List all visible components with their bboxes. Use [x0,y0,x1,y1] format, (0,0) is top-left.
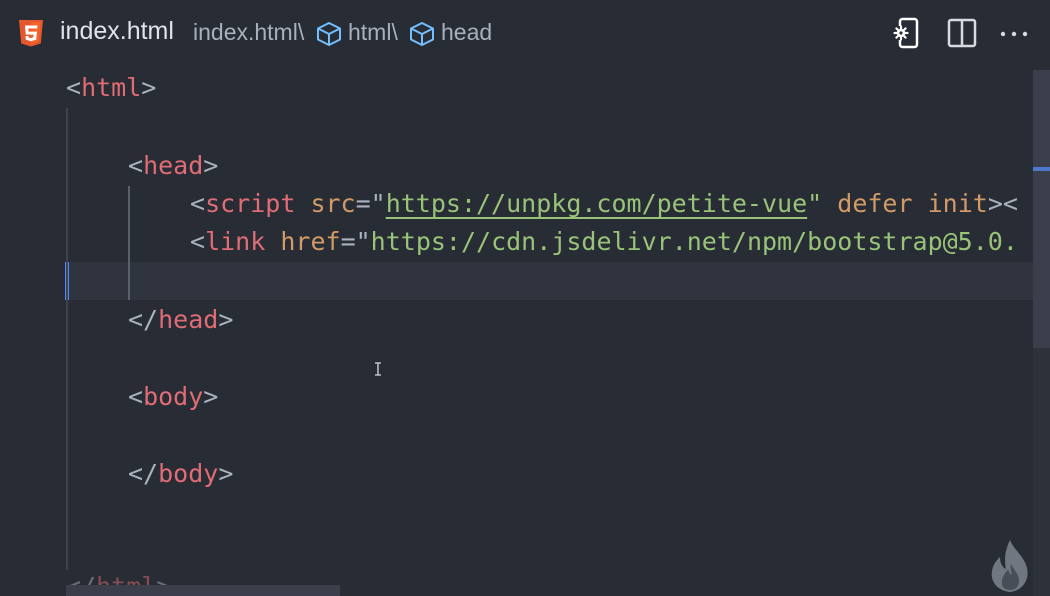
code-editor[interactable]: <html> <head> <script src="https://unpkg… [0,66,1050,596]
punctuation: " [807,189,823,218]
editor-header: index.html index.html\ html\ head [0,0,1050,66]
split-editor-icon[interactable] [944,16,980,52]
punctuation: < [66,73,82,102]
url-link[interactable]: https://unpkg.com/petite-vue [386,189,807,218]
breadcrumb-head[interactable]: head [441,19,492,46]
punctuation: =" [340,227,371,256]
indent-guide-active [128,186,130,300]
attribute-name: href [280,227,341,256]
tag-name: link [205,227,266,256]
punctuation: >< [987,189,1018,218]
open-preview-icon[interactable] [889,16,925,52]
code-line-body-close[interactable]: </body> [128,455,233,493]
scrollbar-cursor-marker [1033,167,1050,171]
code-line-body-open[interactable]: <body> [128,378,218,416]
punctuation: < [190,227,206,256]
mouse-text-cursor-icon [375,362,381,376]
file-tab-title[interactable]: index.html [60,17,174,46]
code-line-head-open[interactable]: <head> [128,147,218,185]
tag-name: body [143,382,204,411]
tag-name: head [143,151,204,180]
punctuation: > [218,305,234,334]
horizontal-scrollbar-thumb[interactable] [66,585,340,596]
code-line-link[interactable]: <link href="https://cdn.jsdelivr.net/npm… [190,223,1018,261]
tag-name: head [158,305,219,334]
punctuation: < [128,382,144,411]
cube-icon [410,22,434,46]
indent-guide [66,108,68,570]
attribute-name: src [310,189,356,218]
punctuation: < [190,189,206,218]
punctuation: > [203,151,219,180]
punctuation: </ [128,305,159,334]
flame-icon [991,540,1028,592]
code-line-script[interactable]: <script src="https://unpkg.com/petite-vu… [190,185,1018,223]
current-line-highlight [66,262,1034,300]
code-line-head-close[interactable]: </head> [128,301,233,339]
punctuation: > [203,382,219,411]
tag-name: html [81,73,142,102]
punctuation: < [128,151,144,180]
breadcrumb-file[interactable]: index.html\ [193,19,304,46]
tag-name: body [158,459,219,488]
breadcrumb-html[interactable]: html\ [348,19,398,46]
vertical-scrollbar-thumb[interactable] [1033,70,1050,348]
punctuation: </ [128,459,159,488]
code-line-html-open[interactable]: <html> [66,69,156,107]
tag-name: script [205,189,296,218]
punctuation: > [218,459,234,488]
html5-icon [19,20,43,47]
editor-window: index.html index.html\ html\ head <html>… [0,0,1050,596]
attribute-name: init [927,189,988,218]
cube-icon [317,22,341,46]
punctuation: > [141,73,157,102]
string-value: https://cdn.jsdelivr.net/npm/bootstrap@5… [370,227,1018,256]
punctuation: =" [355,189,386,218]
more-actions-icon[interactable] [996,16,1032,52]
attribute-name: defer [837,189,913,218]
